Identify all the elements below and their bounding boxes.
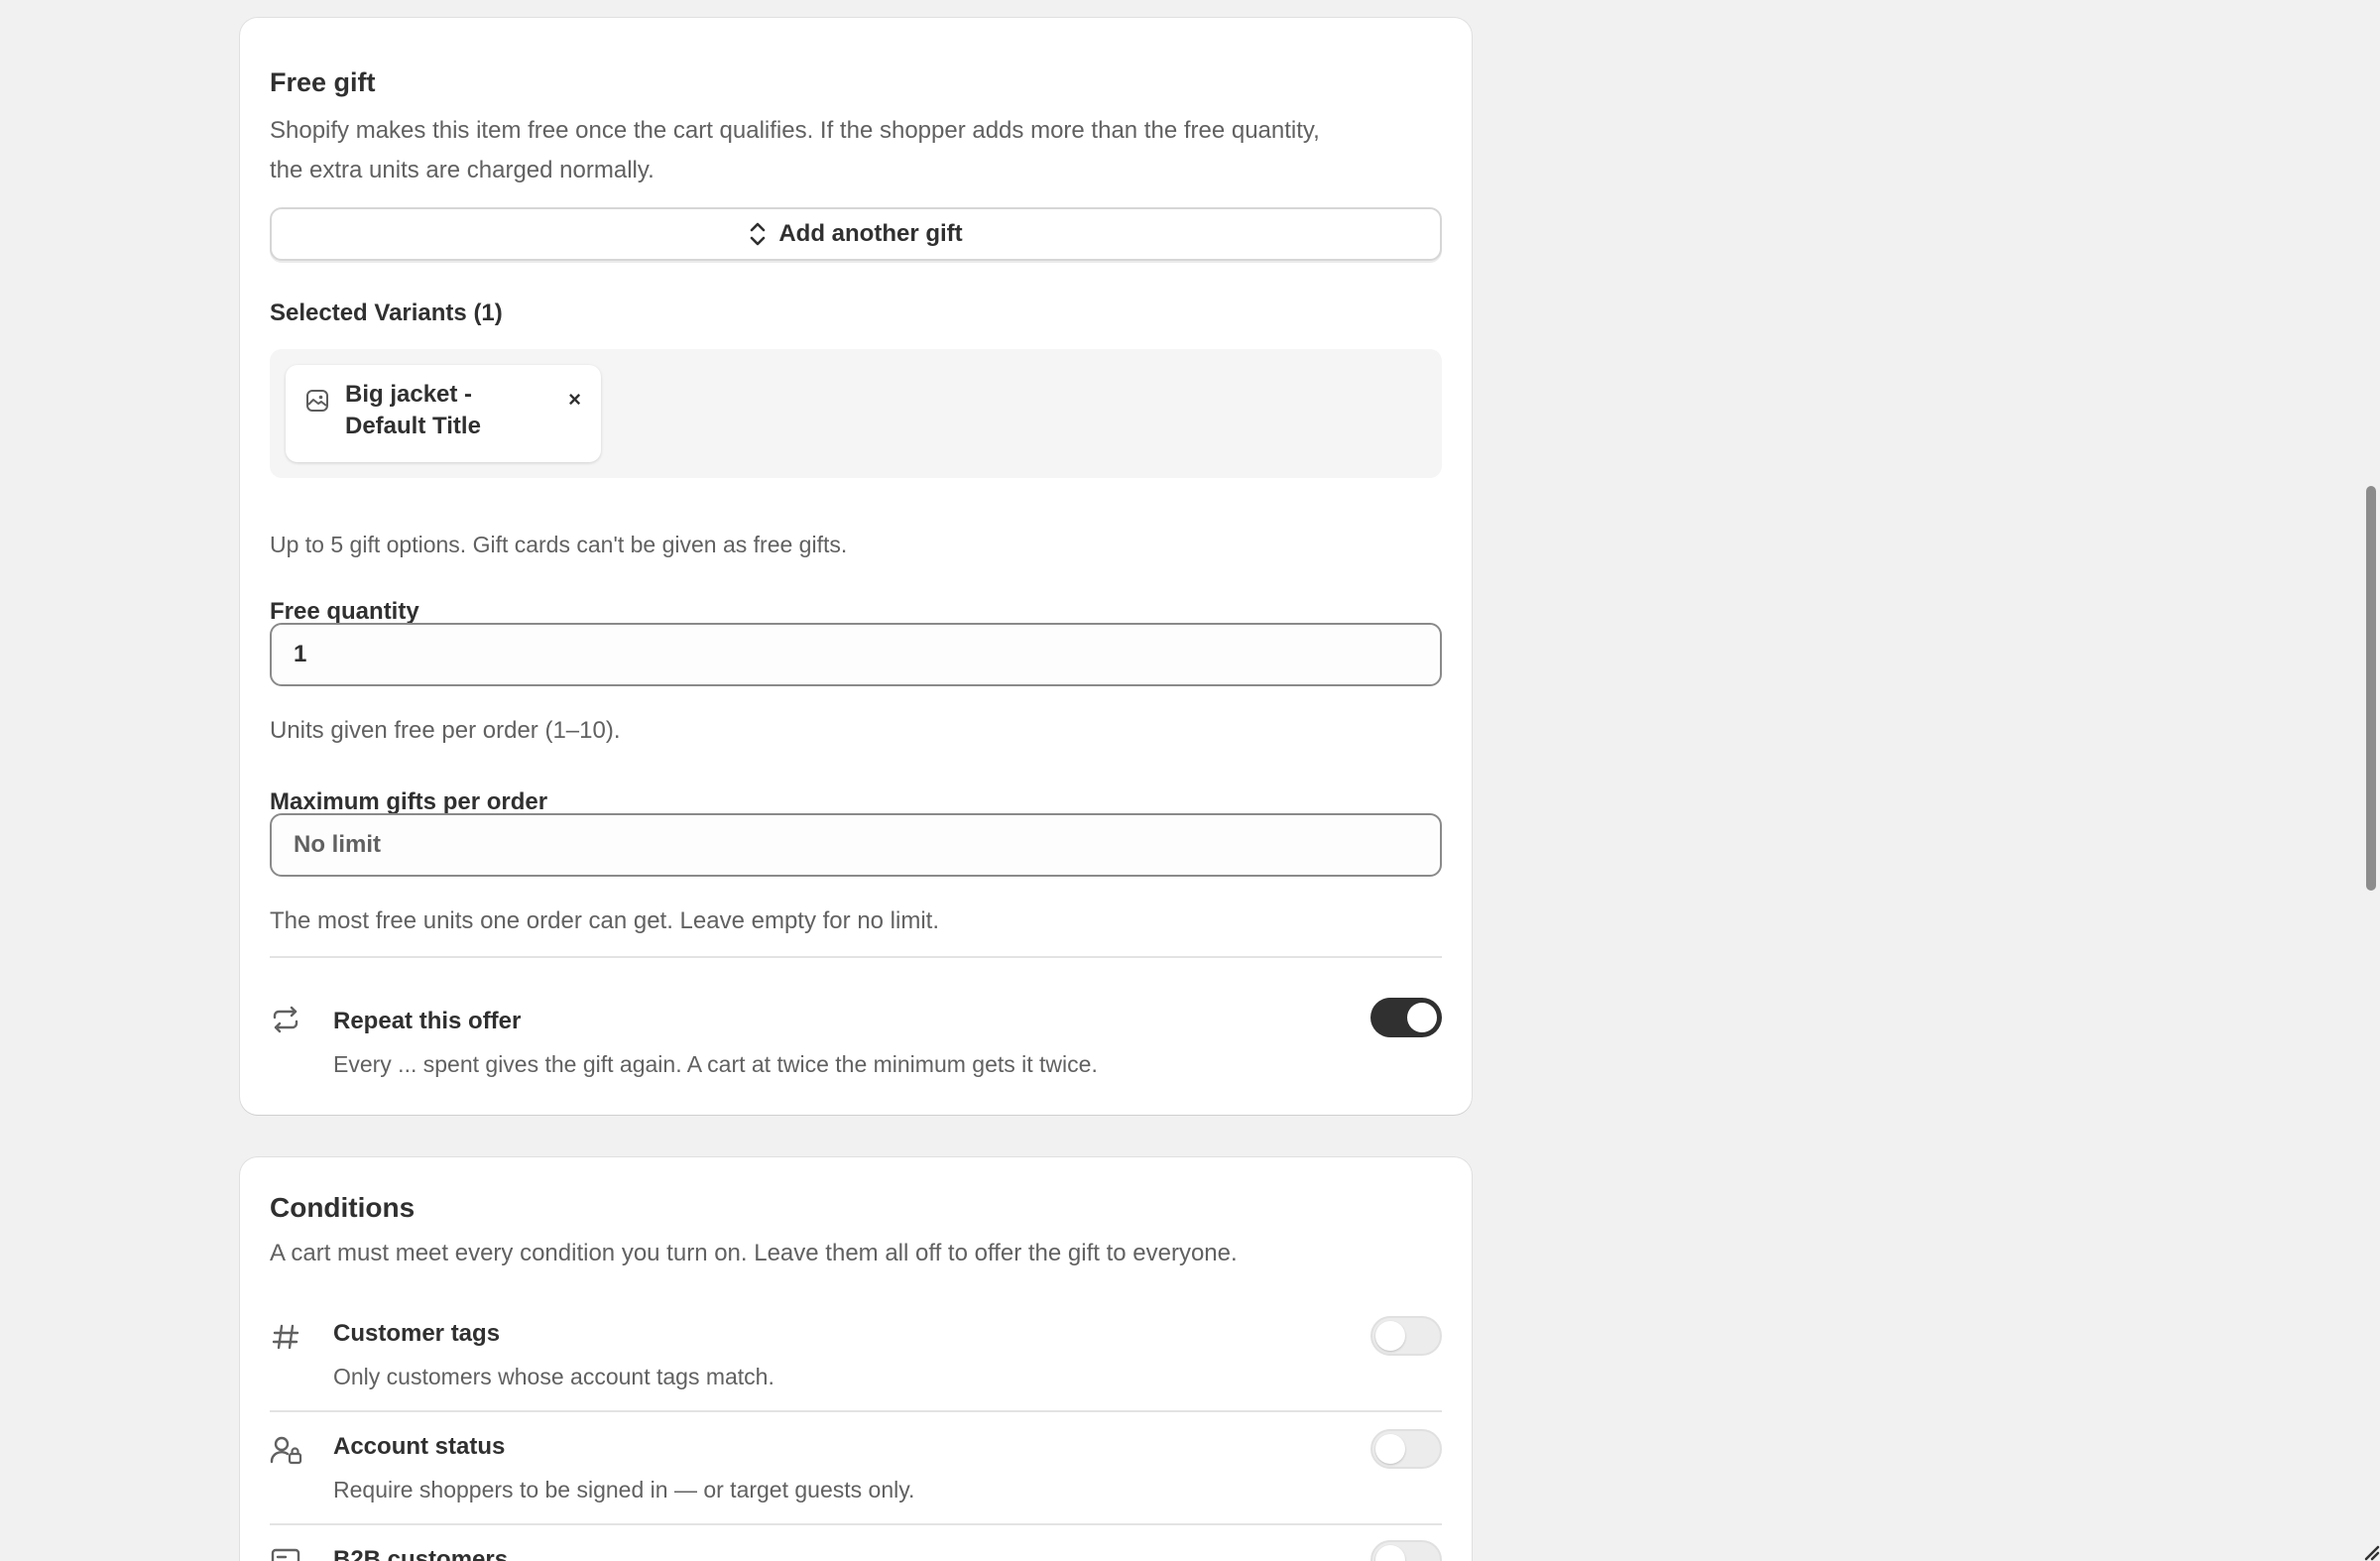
hashtag-icon bbox=[270, 1321, 301, 1358]
condition-customer-tags-description: Only customers whose account tags match. bbox=[333, 1364, 774, 1389]
account-status-toggle[interactable] bbox=[1370, 1429, 1442, 1469]
toggle-knob bbox=[1375, 1434, 1405, 1464]
variant-title: Default Title bbox=[345, 413, 481, 439]
selected-variants-label: Selected Variants (1) bbox=[270, 300, 503, 326]
free-quantity-field[interactable]: 1 bbox=[270, 623, 1442, 686]
condition-b2b-title: B2B customers bbox=[333, 1546, 509, 1561]
resize-corner-icon bbox=[2364, 1543, 2380, 1561]
free-gift-card: Free gift Shopify makes this item free o… bbox=[240, 18, 1472, 1115]
toggle-knob bbox=[1375, 1321, 1405, 1351]
variant-chip: Big jacket - Default Title × bbox=[286, 365, 601, 462]
remove-variant-button[interactable]: × bbox=[568, 387, 581, 413]
person-lock-icon bbox=[270, 1434, 303, 1471]
condition-account-status-title: Account status bbox=[333, 1433, 506, 1460]
condition-customer-tags-title: Customer tags bbox=[333, 1320, 501, 1347]
free-gift-title: Free gift bbox=[270, 67, 376, 97]
b2b-customers-toggle[interactable] bbox=[1370, 1540, 1442, 1561]
page: Free gift Shopify makes this item free o… bbox=[0, 0, 2380, 1561]
selected-variants-list: Big jacket - Default Title × bbox=[270, 349, 1442, 478]
repeat-offer-description: Every ... spent gives the gift again. A … bbox=[333, 1051, 1098, 1077]
conditions-title: Conditions bbox=[270, 1192, 416, 1223]
select-arrows-icon bbox=[749, 220, 767, 248]
add-another-gift-label: Add another gift bbox=[778, 220, 963, 247]
scrollbar-thumb[interactable] bbox=[2366, 486, 2376, 891]
company-icon bbox=[270, 1546, 301, 1561]
condition-account-status-description: Require shoppers to be signed in — or ta… bbox=[333, 1477, 915, 1502]
conditions-description: A cart must meet every condition you tur… bbox=[270, 1240, 1238, 1266]
variant-product-name: Big jacket - bbox=[345, 381, 473, 408]
toggle-knob bbox=[1375, 1545, 1405, 1561]
add-another-gift-button[interactable]: Add another gift bbox=[270, 207, 1442, 261]
max-gifts-placeholder: No limit bbox=[294, 831, 381, 858]
max-gifts-label: Maximum gifts per order bbox=[270, 788, 548, 815]
image-placeholder-icon bbox=[305, 389, 329, 418]
variant-chip-label: Big jacket - Default Title bbox=[345, 379, 543, 442]
repeat-offer-title: Repeat this offer bbox=[333, 1008, 522, 1034]
gift-options-help: Up to 5 gift options. Gift cards can't b… bbox=[270, 532, 848, 557]
repeat-offer-toggle[interactable] bbox=[1370, 998, 1442, 1037]
repeat-icon bbox=[270, 1004, 301, 1040]
conditions-card: Conditions A cart must meet every condit… bbox=[240, 1157, 1472, 1561]
free-gift-description-line1: Shopify makes this item free once the ca… bbox=[270, 117, 1320, 144]
customer-tags-toggle[interactable] bbox=[1370, 1316, 1442, 1356]
divider bbox=[270, 1523, 1442, 1525]
free-quantity-help: Units given free per order (1–10). bbox=[270, 717, 621, 744]
divider bbox=[270, 956, 1442, 958]
free-quantity-label: Free quantity bbox=[270, 598, 419, 625]
max-gifts-field[interactable]: No limit bbox=[270, 813, 1442, 877]
free-quantity-value: 1 bbox=[294, 641, 307, 667]
max-gifts-help: The most free units one order can get. L… bbox=[270, 907, 939, 934]
free-gift-description-line2: the extra units are charged normally. bbox=[270, 157, 654, 183]
divider bbox=[270, 1410, 1442, 1412]
toggle-knob bbox=[1407, 1003, 1437, 1032]
